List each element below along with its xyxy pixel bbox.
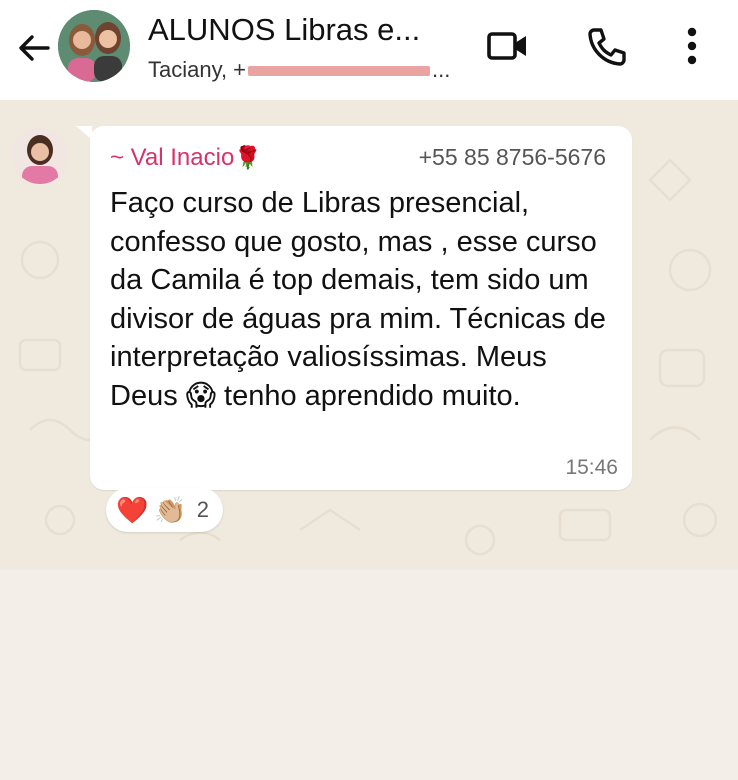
- arrow-left-icon: [19, 35, 50, 61]
- chat-title[interactable]: ALUNOS Libras e...: [148, 12, 448, 48]
- back-button[interactable]: [14, 28, 54, 68]
- video-call-icon: [487, 32, 526, 60]
- message-text: Faço curso de Libras presencial, confess…: [110, 187, 606, 412]
- sender-phone[interactable]: +55 85 8756-5676: [419, 144, 606, 171]
- sender-name[interactable]: ~ Val Inacio🌹: [110, 144, 262, 172]
- sender-avatar[interactable]: [12, 128, 68, 184]
- video-call-button[interactable]: [486, 24, 530, 68]
- heart-reaction: ❤️: [116, 495, 149, 525]
- redacted-phone: [248, 66, 431, 77]
- empty-chat-space: [0, 570, 738, 780]
- message-bubble[interactable]: ~ Val Inacio🌹 +55 85 8756-5676 Faço curs…: [90, 126, 632, 490]
- message-time: 15:46: [565, 456, 618, 479]
- rose-emoji: 🌹: [234, 145, 262, 170]
- reactions-pill[interactable]: ❤️ 👏🏼 2: [106, 488, 223, 532]
- group-photo-image: [58, 10, 130, 82]
- chat-area: ~ Val Inacio🌹 +55 85 8756-5676 Faço curs…: [0, 100, 738, 570]
- sender-name-text: ~ Val Inacio: [110, 144, 235, 171]
- more-vert-icon: [687, 27, 697, 65]
- phone-icon: [588, 28, 626, 66]
- group-avatar[interactable]: [58, 10, 130, 82]
- chat-header: ALUNOS Libras e... Taciany, +...: [0, 0, 738, 100]
- participants-prefix: Taciany, +: [148, 57, 247, 82]
- voice-call-button[interactable]: [584, 24, 628, 68]
- clap-reaction: 👏🏼: [154, 495, 187, 525]
- chat-participants[interactable]: Taciany, +...: [148, 57, 458, 83]
- participants-suffix: ...: [432, 57, 451, 82]
- reaction-count: 2: [196, 497, 209, 522]
- more-options-button[interactable]: [670, 24, 714, 68]
- sender-photo-image: [12, 128, 68, 184]
